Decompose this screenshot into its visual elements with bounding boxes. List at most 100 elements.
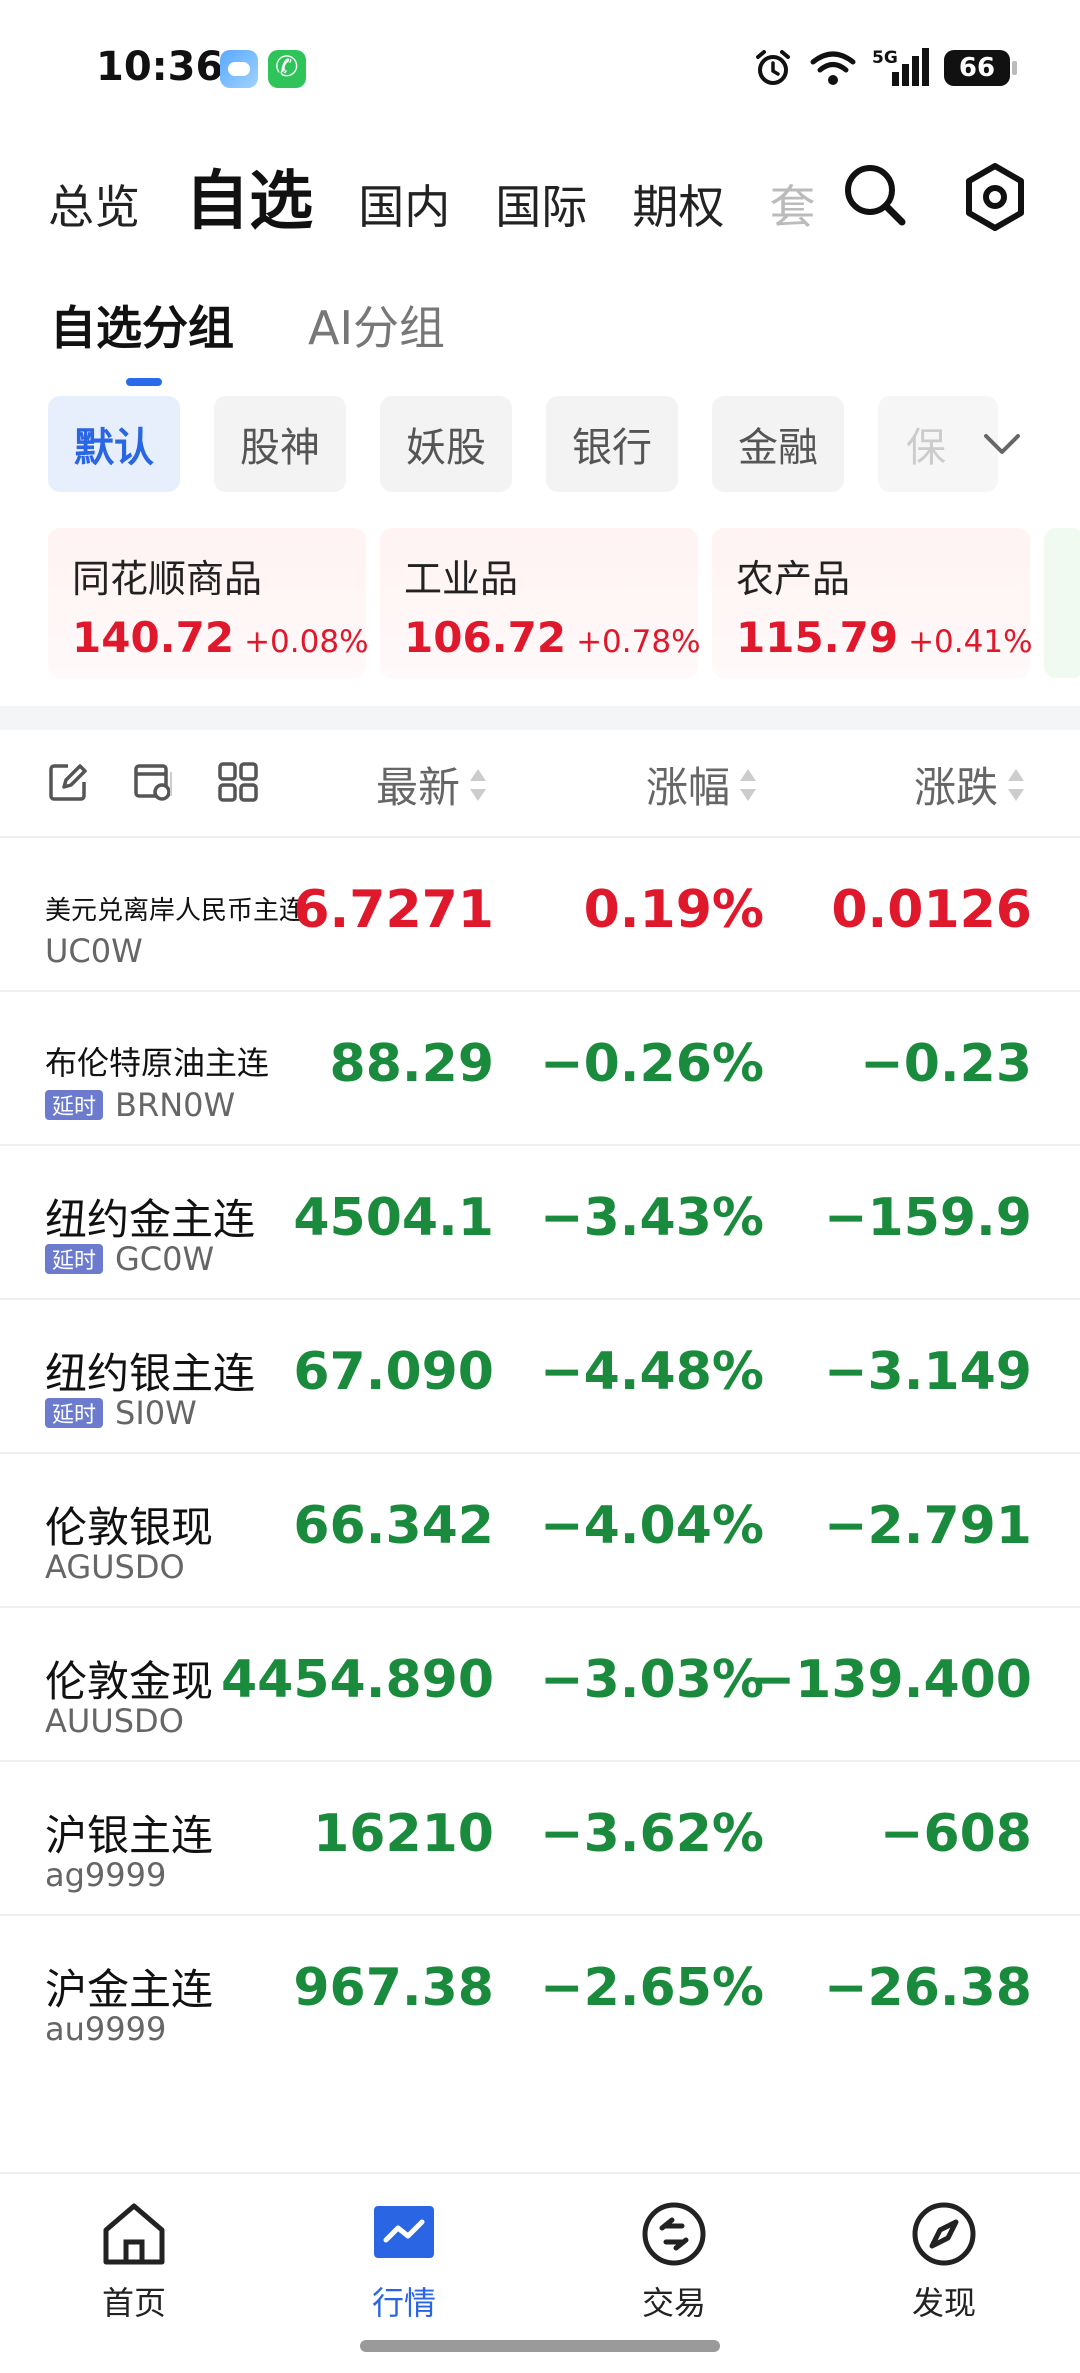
status-bar: 10:36 5G 66 bbox=[0, 0, 1080, 140]
row-price: 88.29 bbox=[329, 1034, 494, 1094]
tab-custom-groups[interactable]: 自选分组 bbox=[50, 292, 234, 386]
row-price: 67.090 bbox=[293, 1342, 494, 1402]
row-name: 伦敦金现 bbox=[45, 1657, 214, 1706]
row-name: 沪金主连 bbox=[45, 1965, 214, 2014]
signal-5g-icon: 5G bbox=[872, 48, 929, 86]
group-chip[interactable]: 金融 bbox=[712, 396, 844, 492]
row-change: −608 bbox=[879, 1804, 1032, 1864]
row-code: UC0W bbox=[45, 932, 143, 970]
row-price: 967.38 bbox=[293, 1958, 494, 2018]
group-chip-default[interactable]: 默认 bbox=[48, 396, 180, 492]
nav-label: 行情 bbox=[371, 2284, 436, 2322]
tab-options[interactable]: 期权 bbox=[632, 171, 724, 237]
row-code: GC0W bbox=[115, 1240, 215, 1278]
row-pct: −4.48% bbox=[540, 1342, 764, 1402]
row-name: 沪银主连 bbox=[45, 1811, 214, 1860]
row-code: BRN0W bbox=[115, 1086, 236, 1124]
row-pct: 0.19% bbox=[583, 880, 764, 940]
group-type-tabs: 自选分组 AI分组 bbox=[50, 292, 445, 386]
index-card[interactable]: 农产品 115.79 +0.41% bbox=[712, 528, 1033, 678]
sort-arrows-icon bbox=[470, 768, 487, 801]
weather-app-icon bbox=[220, 50, 258, 88]
tab-ai-groups[interactable]: AI分组 bbox=[308, 292, 445, 358]
group-chip[interactable]: 银行 bbox=[546, 396, 678, 492]
row-code: AUUSDO bbox=[45, 1702, 184, 1740]
index-card[interactable]: 工业品 106.72 +0.78% bbox=[380, 528, 701, 678]
row-name: 纽约银主连 bbox=[45, 1349, 256, 1398]
row-code: SI0W bbox=[115, 1394, 197, 1432]
compass-icon bbox=[912, 2202, 976, 2266]
index-change: +0.08% bbox=[244, 624, 369, 660]
list-header: 最新 涨幅 涨跌 bbox=[0, 730, 1080, 838]
header-latest: 最新 bbox=[376, 763, 461, 812]
group-chip[interactable]: 股神 bbox=[214, 396, 346, 492]
row-change: −159.9 bbox=[823, 1188, 1032, 1248]
row-change: −2.791 bbox=[823, 1496, 1032, 1556]
tab-international[interactable]: 国际 bbox=[495, 171, 587, 237]
tab-arbitrage[interactable]: 套 bbox=[769, 171, 815, 237]
index-price: 115.79 bbox=[736, 613, 899, 662]
status-time: 10:36 bbox=[96, 44, 224, 90]
index-card[interactable]: 同花顺商品 140.72 +0.08% bbox=[48, 528, 369, 678]
row-price: 16210 bbox=[313, 1804, 494, 1864]
row-code: ag9999 bbox=[45, 1856, 167, 1894]
row-name: 纽约金主连 bbox=[45, 1195, 256, 1244]
nav-market[interactable]: 行情 bbox=[324, 2198, 484, 2324]
status-icons: 5G 66 bbox=[752, 46, 1017, 90]
nav-label: 发现 bbox=[911, 2284, 976, 2322]
sort-change[interactable]: 涨跌 bbox=[914, 754, 1026, 815]
index-card-partial[interactable] bbox=[1044, 528, 1080, 678]
row-change: −3.149 bbox=[823, 1342, 1032, 1402]
sort-pct-change[interactable]: 涨幅 bbox=[646, 754, 758, 815]
grid-view-icon[interactable] bbox=[216, 760, 260, 804]
index-name: 农产品 bbox=[736, 557, 851, 601]
phone-app-icon bbox=[268, 50, 306, 88]
battery-icon: 66 bbox=[944, 50, 1017, 86]
row-change: −26.38 bbox=[823, 1958, 1032, 2018]
table-row[interactable]: 沪银主连 ag9999 16210 −3.62% −608 bbox=[0, 1762, 1080, 1916]
table-row[interactable]: 伦敦银现 AGUSDO 66.342 −4.04% −2.791 bbox=[0, 1454, 1080, 1608]
top-tabs: 总览 自选 国内 国际 期权 套 bbox=[48, 150, 828, 250]
row-price: 4504.1 bbox=[293, 1188, 494, 1248]
sort-arrows-icon bbox=[740, 768, 757, 801]
row-name: 伦敦银现 bbox=[45, 1503, 214, 1552]
row-change: 0.0126 bbox=[831, 880, 1032, 940]
row-pct: −0.26% bbox=[540, 1034, 764, 1094]
table-row[interactable]: 纽约金主连 延时 GC0W 4504.1 −3.43% −159.9 bbox=[0, 1146, 1080, 1300]
home-indicator[interactable] bbox=[360, 2340, 720, 2352]
delay-badge: 延时 bbox=[45, 1090, 103, 1120]
index-cards: 同花顺商品 140.72 +0.08% 工业品 106.72 +0.78% 农产品 … bbox=[48, 528, 1080, 678]
sort-latest[interactable]: 最新 bbox=[376, 754, 488, 815]
search-icon[interactable] bbox=[840, 160, 910, 230]
alarm-icon bbox=[756, 50, 790, 85]
delay-badge: 延时 bbox=[45, 1244, 103, 1274]
group-chip[interactable]: 妖股 bbox=[380, 396, 512, 492]
chevron-down-icon[interactable] bbox=[980, 424, 1024, 464]
group-chips: 默认 股神 妖股 银行 金融 保 bbox=[48, 396, 998, 492]
nav-trade[interactable]: 交易 bbox=[594, 2198, 754, 2324]
table-row[interactable]: 美元兑离岸人民币主连 UC0W 6.7271 0.19% 0.0126 bbox=[0, 838, 1080, 992]
table-row[interactable]: 纽约银主连 延时 SI0W 67.090 −4.48% −3.149 bbox=[0, 1300, 1080, 1454]
nav-home[interactable]: 首页 bbox=[54, 2198, 214, 2324]
table-row[interactable]: 沪金主连 au9999 967.38 −2.65% −26.38 bbox=[0, 1916, 1080, 2070]
tab-domestic[interactable]: 国内 bbox=[358, 171, 450, 237]
watchlist-rows: 美元兑离岸人民币主连 UC0W 6.7271 0.19% 0.0126 布伦特原… bbox=[0, 838, 1080, 2070]
row-pct: −3.03% bbox=[540, 1650, 764, 1710]
table-row[interactable]: 布伦特原油主连 延时 BRN0W 88.29 −0.26% −0.23 bbox=[0, 992, 1080, 1146]
row-code: AGUSDO bbox=[45, 1548, 185, 1586]
tab-watchlist[interactable]: 自选 bbox=[185, 150, 313, 242]
row-pct: −3.43% bbox=[540, 1188, 764, 1248]
settings-icon[interactable] bbox=[958, 160, 1032, 234]
row-price: 66.342 bbox=[293, 1496, 494, 1556]
index-name: 工业品 bbox=[404, 557, 519, 601]
row-price: 6.7271 bbox=[293, 880, 494, 940]
group-settings-icon[interactable] bbox=[132, 760, 176, 804]
tab-overview[interactable]: 总览 bbox=[48, 171, 140, 237]
row-change: −139.400 bbox=[751, 1650, 1032, 1710]
row-pct: −3.62% bbox=[540, 1804, 764, 1864]
table-row[interactable]: 伦敦金现 AUUSDO 4454.890 −3.03% −139.400 bbox=[0, 1608, 1080, 1762]
nav-discover[interactable]: 发现 bbox=[864, 2198, 1024, 2324]
network-label: 5G bbox=[872, 48, 898, 68]
row-change: −0.23 bbox=[860, 1034, 1032, 1094]
edit-icon[interactable] bbox=[46, 760, 90, 804]
